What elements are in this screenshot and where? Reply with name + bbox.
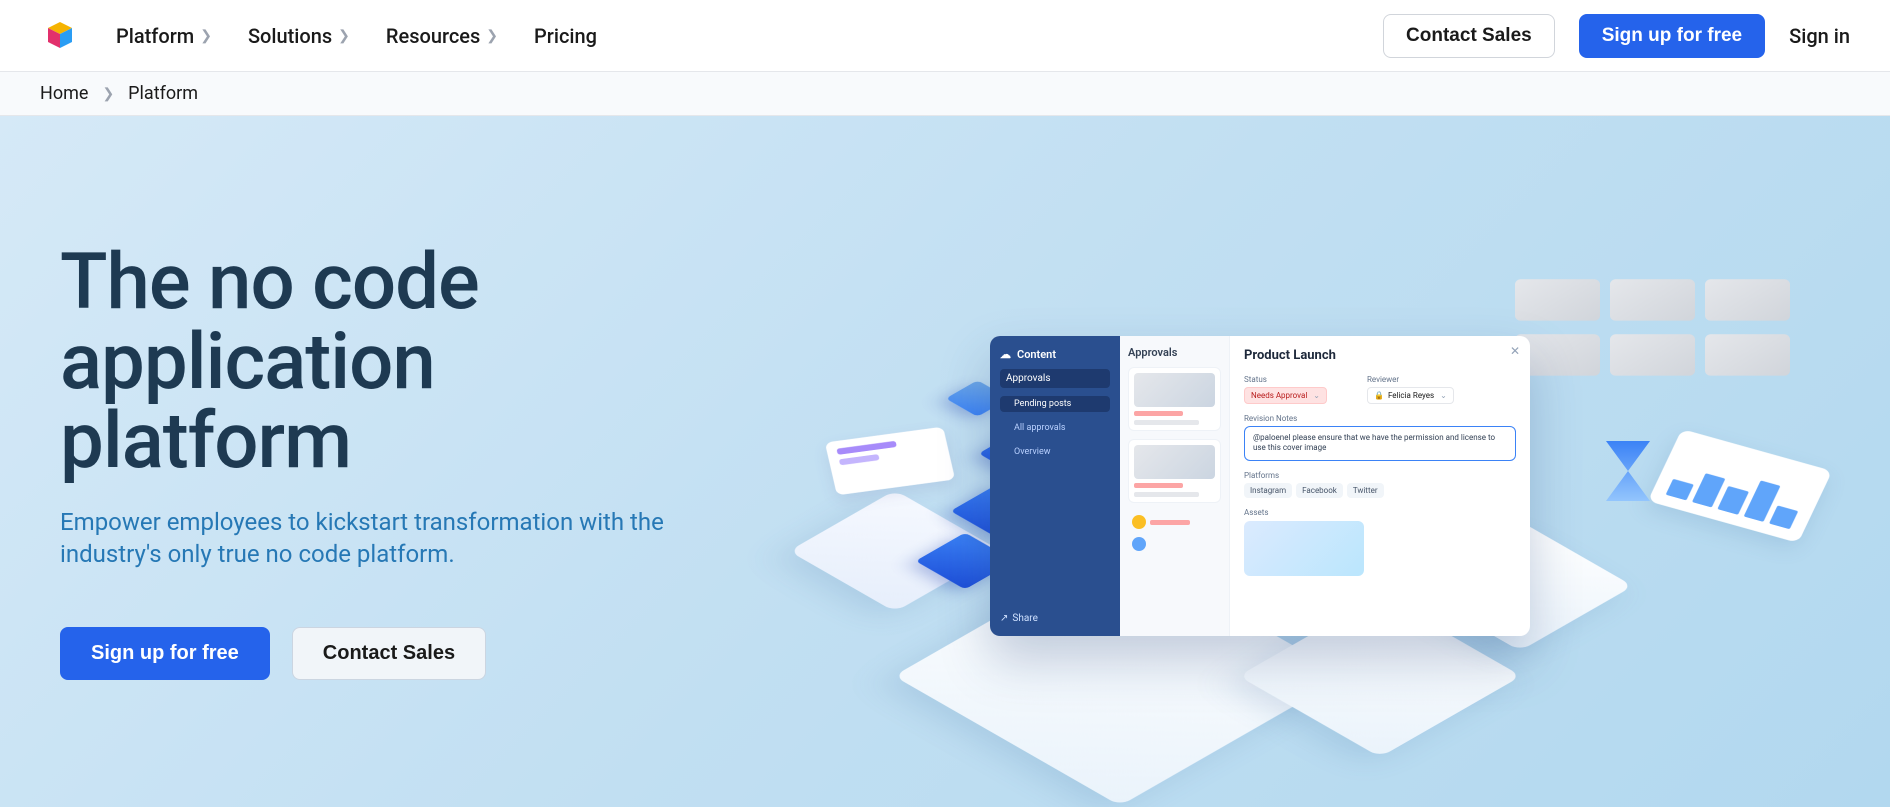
hero-contact-button[interactable]: Contact Sales — [292, 627, 486, 680]
nav-links: Platform ❯ Solutions ❯ Resources ❯ Prici… — [116, 24, 1383, 48]
thumbnail-icon — [1134, 445, 1215, 479]
hero-signup-button[interactable]: Sign up for free — [60, 627, 270, 680]
mockup-assets-label: Assets — [1244, 508, 1516, 517]
share-icon: ↗ — [1000, 613, 1008, 624]
mockup-platforms-label: Platforms — [1244, 471, 1516, 480]
nav-label: Resources — [386, 24, 480, 48]
mockup-reviewer-label: Reviewer — [1367, 375, 1454, 384]
platform-tile-icon — [1239, 595, 1522, 757]
mockup-platform-tag: Instagram — [1244, 483, 1292, 498]
pie-chart-icon — [1260, 549, 1350, 594]
slab-icon — [1610, 334, 1695, 376]
cloud-icon: ☁ — [1000, 348, 1011, 361]
hero-title: The no code application platform — [60, 243, 680, 482]
breadcrumb-home[interactable]: Home — [40, 83, 88, 104]
breadcrumb-current: Platform — [128, 83, 198, 104]
mockup-share: ↗ Share — [1000, 613, 1110, 624]
nav-actions: Contact Sales Sign up for free Sign in — [1383, 14, 1850, 58]
card-icon — [825, 427, 955, 496]
hero-section: The no code application platform Empower… — [0, 116, 1890, 807]
mockup-avatar-row — [1128, 533, 1221, 555]
mockup-detail-panel: ✕ Product Launch Status Needs Approval ⌄… — [1230, 336, 1530, 636]
top-nav: Platform ❯ Solutions ❯ Resources ❯ Prici… — [0, 0, 1890, 72]
hero-subtitle: Empower employees to kickstart transform… — [60, 506, 680, 571]
platform-tile-icon — [1407, 521, 1633, 651]
slab-icon — [1610, 279, 1695, 321]
mockup-notes-label: Revision Notes — [1244, 414, 1516, 423]
mockup-nav-approvals: Approvals — [1000, 369, 1110, 388]
avatar-icon — [1132, 537, 1146, 551]
mockup-card — [1128, 439, 1221, 503]
signup-button[interactable]: Sign up for free — [1579, 14, 1765, 58]
mockup-field-row: Status Needs Approval ⌄ Reviewer 🔒 Felic… — [1244, 375, 1516, 404]
chevron-down-icon: ⌄ — [1313, 391, 1320, 400]
mockup-sidebar-title: ☁ Content — [1000, 348, 1110, 361]
hero-content: The no code application platform Empower… — [0, 243, 680, 679]
mockup-reviewer-pill: 🔒 Felicia Reyes ⌄ — [1367, 387, 1454, 404]
mockup-avatar-row — [1128, 511, 1221, 533]
nav-label: Platform — [116, 24, 194, 48]
nav-item-resources[interactable]: Resources ❯ — [386, 24, 498, 48]
chevron-right-icon: ❯ — [200, 28, 212, 44]
lock-icon: 🔒 — [1374, 391, 1384, 400]
bar-chart-icon — [1648, 429, 1833, 543]
avatar-icon — [1132, 515, 1146, 529]
mockup-platforms-row: Instagram Facebook Twitter — [1244, 483, 1516, 498]
platform-tile-icon — [789, 490, 1001, 612]
cube-icon — [946, 380, 1010, 417]
asset-thumbnail-icon — [1244, 521, 1364, 576]
skeleton-line — [1134, 411, 1183, 416]
contact-sales-button[interactable]: Contact Sales — [1383, 14, 1555, 58]
close-icon: ✕ — [1510, 344, 1520, 358]
mockup-reviewer-value: Felicia Reyes — [1388, 391, 1434, 400]
mockup-status-pill: Needs Approval ⌄ — [1244, 387, 1327, 404]
nav-item-solutions[interactable]: Solutions ❯ — [248, 24, 350, 48]
nav-item-pricing[interactable]: Pricing — [534, 24, 597, 48]
thumbnail-icon — [1134, 373, 1215, 407]
hero-illustration: ☁ Content Approvals Pending posts All ap… — [760, 176, 1860, 776]
hourglass-icon — [1606, 441, 1650, 501]
nav-label: Pricing — [534, 24, 597, 48]
cube-icon — [951, 483, 1050, 540]
mockup-platform-tag: Facebook — [1296, 483, 1343, 498]
breadcrumb: Home ❯ Platform — [0, 72, 1890, 116]
mockup-platform-tag: Twitter — [1347, 483, 1384, 498]
hero-cta-row: Sign up for free Contact Sales — [60, 627, 680, 680]
chevron-right-icon: ❯ — [102, 86, 114, 102]
platform-tile-icon — [894, 546, 1347, 806]
mockup-status-value: Needs Approval — [1251, 391, 1307, 400]
slab-icon — [1705, 334, 1790, 376]
chevron-right-icon: ❯ — [486, 28, 498, 44]
mockup-sidebar-title-text: Content — [1017, 348, 1056, 361]
skeleton-line — [1134, 483, 1183, 488]
mockup-mid-column: Approvals — [1120, 336, 1230, 636]
mockup-nav-overview: Overview — [1000, 444, 1110, 460]
mockup-panel-title: Product Launch — [1244, 348, 1516, 363]
app-mockup: ☁ Content Approvals Pending posts All ap… — [990, 336, 1530, 636]
mockup-notes-box: @paloenel please ensure that we have the… — [1244, 426, 1516, 461]
nav-label: Solutions — [248, 24, 332, 48]
mockup-nav-label: Approvals — [1006, 373, 1050, 384]
cube-icon — [979, 431, 1057, 476]
skeleton-line — [1150, 520, 1190, 525]
signin-link[interactable]: Sign in — [1789, 24, 1850, 48]
slab-icon — [1515, 279, 1600, 321]
mockup-status-label: Status — [1244, 375, 1327, 384]
nav-item-platform[interactable]: Platform ❯ — [116, 24, 212, 48]
chevron-down-icon: ⌄ — [1440, 391, 1447, 400]
brand-logo[interactable] — [40, 16, 80, 56]
mockup-nav-all: All approvals — [1000, 420, 1110, 436]
mockup-nav-pending: Pending posts — [1000, 396, 1110, 412]
mockup-share-label: Share — [1012, 613, 1037, 624]
skeleton-line — [1134, 420, 1199, 425]
slab-icon — [1705, 279, 1790, 321]
chevron-right-icon: ❯ — [338, 28, 350, 44]
mockup-card — [1128, 367, 1221, 431]
mockup-sidebar: ☁ Content Approvals Pending posts All ap… — [990, 336, 1120, 636]
mockup-mid-title: Approvals — [1128, 346, 1221, 359]
cube-icon — [916, 533, 1015, 590]
slab-icon — [1515, 334, 1600, 376]
skeleton-line — [1134, 492, 1199, 497]
